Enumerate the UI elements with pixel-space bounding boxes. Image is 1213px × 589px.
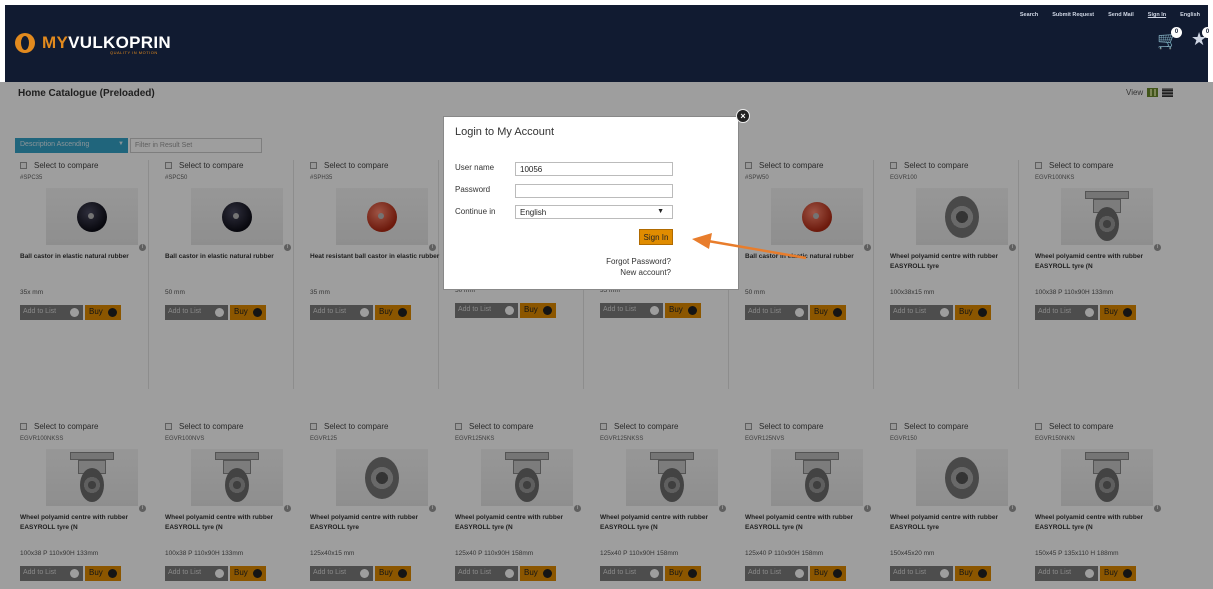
arrow-shaft xyxy=(707,239,807,260)
annotation-arrow xyxy=(692,233,807,260)
arrow-head xyxy=(692,233,712,249)
